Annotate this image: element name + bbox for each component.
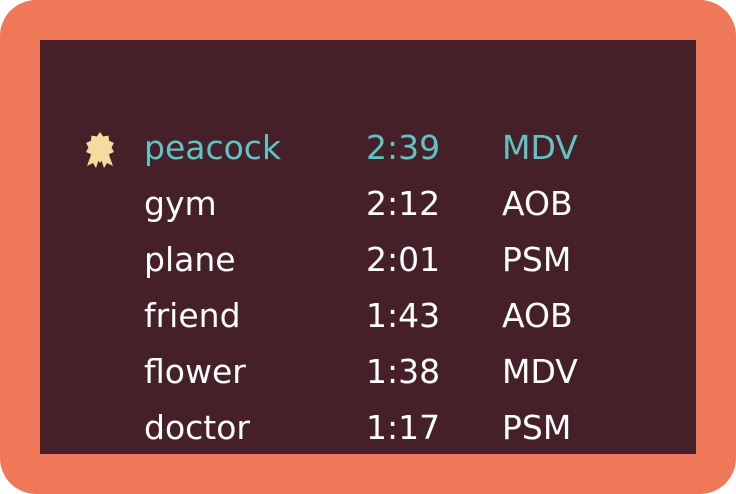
player-word: flower (144, 352, 246, 391)
player-word: gym (144, 184, 217, 223)
leaderboard-row: flower 1:38 MDV (40, 344, 696, 400)
score-time: 1:17 (366, 408, 441, 447)
team-code: AOB (502, 296, 573, 335)
scoreboard-frame: peacock 2:39 MDV gym 2:12 AOB plane 2:01… (0, 0, 736, 494)
player-word: doctor (144, 408, 250, 447)
team-code: MDV (502, 128, 578, 167)
team-code: PSM (502, 408, 572, 447)
medal-icon (86, 132, 114, 168)
player-word: plane (144, 240, 236, 279)
leaderboard-panel: peacock 2:39 MDV gym 2:12 AOB plane 2:01… (40, 40, 696, 454)
leaderboard-row: plane 2:01 PSM (40, 232, 696, 288)
leaderboard-row: doctor 1:17 PSM (40, 400, 696, 456)
team-code: AOB (502, 184, 573, 223)
score-time: 1:38 (366, 352, 441, 391)
leaderboard-row: gym 2:12 AOB (40, 176, 696, 232)
team-code: MDV (502, 352, 578, 391)
player-word: friend (144, 296, 241, 335)
team-code: PSM (502, 240, 572, 279)
score-time: 1:43 (366, 296, 441, 335)
score-time: 2:12 (366, 184, 441, 223)
leaderboard-row: friend 1:43 AOB (40, 288, 696, 344)
player-word: peacock (144, 128, 282, 167)
score-time: 2:39 (366, 128, 441, 167)
leaderboard-row: peacock 2:39 MDV (40, 120, 696, 176)
score-time: 2:01 (366, 240, 441, 279)
